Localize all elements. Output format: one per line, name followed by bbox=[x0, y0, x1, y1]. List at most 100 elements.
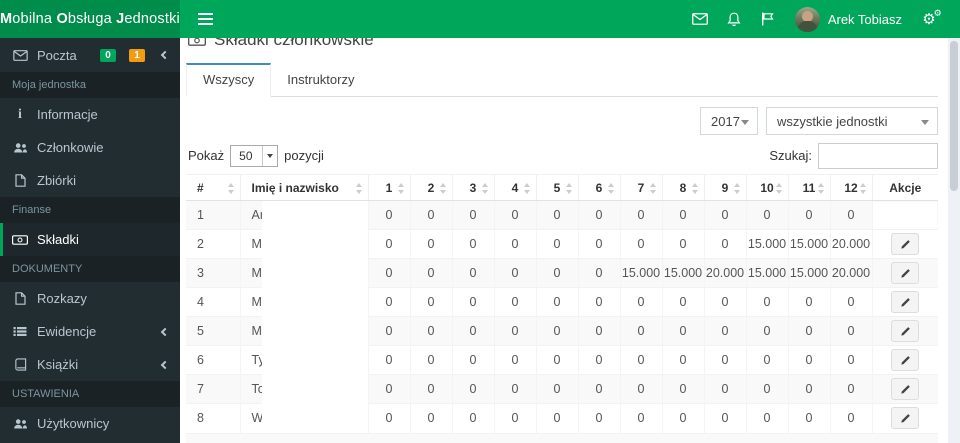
month-value-cell: 0 bbox=[535, 200, 578, 230]
edit-button[interactable] bbox=[891, 378, 920, 400]
unit-select[interactable]: wszystkie jednostki bbox=[766, 107, 938, 135]
user-menu[interactable]: Arek Tobiasz bbox=[785, 0, 912, 38]
month-value-cell: 0 bbox=[367, 345, 410, 375]
settings-cogs-icon[interactable]: ⚙ ⚙ bbox=[912, 0, 946, 38]
envelope-icon bbox=[12, 49, 28, 61]
month-value-cell: 0 bbox=[409, 200, 452, 230]
table-header-month-9[interactable]: 9 bbox=[703, 174, 746, 201]
month-value-cell: 0 bbox=[493, 200, 536, 230]
sidebar-item-rozkazy[interactable]: Rozkazy bbox=[0, 282, 180, 315]
year-select[interactable]: 2017 bbox=[700, 107, 758, 135]
month-value-cell: 0 bbox=[409, 374, 452, 404]
month-value-cell: 0 bbox=[703, 374, 746, 404]
row-index-cell: 1 bbox=[186, 200, 240, 230]
table-header-month-8[interactable]: 8 bbox=[661, 174, 704, 201]
month-value-cell: 0 bbox=[535, 403, 578, 433]
flags-icon[interactable] bbox=[751, 0, 785, 38]
month-value-cell: 20.000 bbox=[829, 258, 872, 288]
sidebar-item-informacje[interactable]: i Informacje bbox=[0, 98, 180, 131]
page-length-select[interactable]: 50 bbox=[230, 144, 279, 167]
month-value-cell: 0 bbox=[409, 258, 452, 288]
edit-button[interactable] bbox=[891, 291, 920, 313]
month-value-cell: 0 bbox=[367, 316, 410, 346]
sidebar: Poczta 0 1 Moja jednostka i Informacje C… bbox=[0, 38, 180, 443]
table-header-month-3[interactable]: 3 bbox=[451, 174, 494, 201]
scrollbar-thumb[interactable] bbox=[950, 41, 958, 191]
table-header-month-12[interactable]: 12 bbox=[829, 174, 872, 201]
table-header-month-1[interactable]: 1 bbox=[367, 174, 410, 201]
user-name: Arek Tobiasz bbox=[827, 11, 902, 27]
pencil-icon bbox=[901, 268, 910, 278]
row-index-cell: 4 bbox=[186, 287, 240, 317]
sort-arrows-icon bbox=[691, 182, 700, 195]
pencil-icon bbox=[901, 355, 910, 365]
sidebar-item-czlonkowie[interactable]: Członkowie bbox=[0, 131, 180, 164]
sidebar-item-skladki[interactable]: Składki bbox=[0, 223, 180, 256]
month-value-cell: 0 bbox=[409, 345, 452, 375]
month-value-cell: 0 bbox=[745, 403, 788, 433]
caret-down-icon bbox=[741, 120, 749, 125]
month-value-cell: 0 bbox=[451, 316, 494, 346]
notifications-bell-icon[interactable] bbox=[717, 0, 751, 38]
month-value-cell: 0 bbox=[535, 229, 578, 259]
edit-button[interactable] bbox=[891, 407, 920, 430]
sidebar-item-uzytkownicy[interactable]: Użytkownicy bbox=[0, 407, 180, 440]
sidebar-item-ewidencje[interactable]: Ewidencje bbox=[0, 315, 180, 348]
month-value-cell: 0 bbox=[619, 345, 662, 375]
table-header-month-5[interactable]: 5 bbox=[535, 174, 578, 201]
table-header-month-7[interactable]: 7 bbox=[619, 174, 662, 201]
month-value-cell: 0 bbox=[745, 316, 788, 346]
month-value-cell: 0 bbox=[703, 229, 746, 259]
table-header-name[interactable]: Imię i nazwisko bbox=[239, 174, 368, 201]
search-input[interactable] bbox=[818, 142, 938, 169]
month-value-cell: 0 bbox=[661, 316, 704, 346]
month-value-cell: 0 bbox=[787, 200, 830, 230]
app-logo[interactable]: Mobilna Obsługa Jednostki bbox=[0, 0, 180, 38]
sidebar-item-ksiazki[interactable]: Książki bbox=[0, 348, 180, 381]
edit-button[interactable] bbox=[891, 262, 920, 284]
month-value-cell: 15.000 bbox=[745, 258, 788, 288]
month-value-cell: 0 bbox=[787, 316, 830, 346]
money-icon bbox=[12, 234, 28, 245]
sidebar-item-zbiorki[interactable]: Zbiórki bbox=[0, 164, 180, 197]
table-header-month-11[interactable]: 11 bbox=[787, 174, 830, 201]
messages-envelope-icon[interactable] bbox=[683, 0, 717, 38]
page-length-control: Pokaż 50 pozycji bbox=[186, 144, 324, 167]
table-header-index[interactable]: # bbox=[186, 174, 240, 201]
vertical-scrollbar[interactable] bbox=[948, 38, 960, 443]
sidebar-item-poczta[interactable]: Poczta 0 1 bbox=[0, 38, 180, 72]
navbar-main: Arek Tobiasz ⚙ ⚙ bbox=[180, 0, 960, 38]
month-value-cell: 0 bbox=[451, 374, 494, 404]
main-content: Składki członkowskie Wszyscy Instruktorz… bbox=[180, 30, 948, 443]
table-header-month-4[interactable]: 4 bbox=[493, 174, 536, 201]
sidebar-section-ustawienia: USTAWIENIA bbox=[0, 381, 180, 407]
sidebar-toggle-icon[interactable] bbox=[190, 0, 220, 38]
table-header-month-10[interactable]: 10 bbox=[745, 174, 788, 201]
tab-instruktorzy[interactable]: Instruktorzy bbox=[271, 64, 370, 96]
edit-button[interactable] bbox=[891, 349, 920, 371]
sidebar-section-dokumenty: DOKUMENTY bbox=[0, 256, 180, 282]
month-value-cell: 0 bbox=[661, 229, 704, 259]
month-value-cell: 0 bbox=[661, 345, 704, 375]
mail-badge-green: 0 bbox=[100, 48, 116, 62]
sort-arrows-icon bbox=[733, 182, 742, 195]
month-value-cell: 0 bbox=[619, 287, 662, 317]
action-redaction-overlay bbox=[873, 202, 937, 229]
chevron-left-icon bbox=[160, 360, 170, 369]
month-value-cell: 0 bbox=[661, 403, 704, 433]
month-value-cell: 0 bbox=[787, 374, 830, 404]
mail-badge-yellow: 1 bbox=[129, 48, 145, 62]
edit-button[interactable] bbox=[891, 320, 920, 342]
book-icon bbox=[12, 358, 28, 371]
month-value-cell: 0 bbox=[661, 200, 704, 230]
month-value-cell: 0 bbox=[493, 374, 536, 404]
month-value-cell: 0 bbox=[451, 345, 494, 375]
edit-button[interactable] bbox=[891, 233, 920, 255]
month-value-cell: 0 bbox=[577, 374, 620, 404]
tab-wszyscy[interactable]: Wszyscy bbox=[186, 63, 272, 97]
sidebar-section-finanse: Finanse bbox=[0, 197, 180, 223]
actions-cell bbox=[871, 374, 938, 404]
table-header-month-2[interactable]: 2 bbox=[409, 174, 452, 201]
table-header-month-6[interactable]: 6 bbox=[577, 174, 620, 201]
month-value-cell: 0 bbox=[367, 200, 410, 230]
